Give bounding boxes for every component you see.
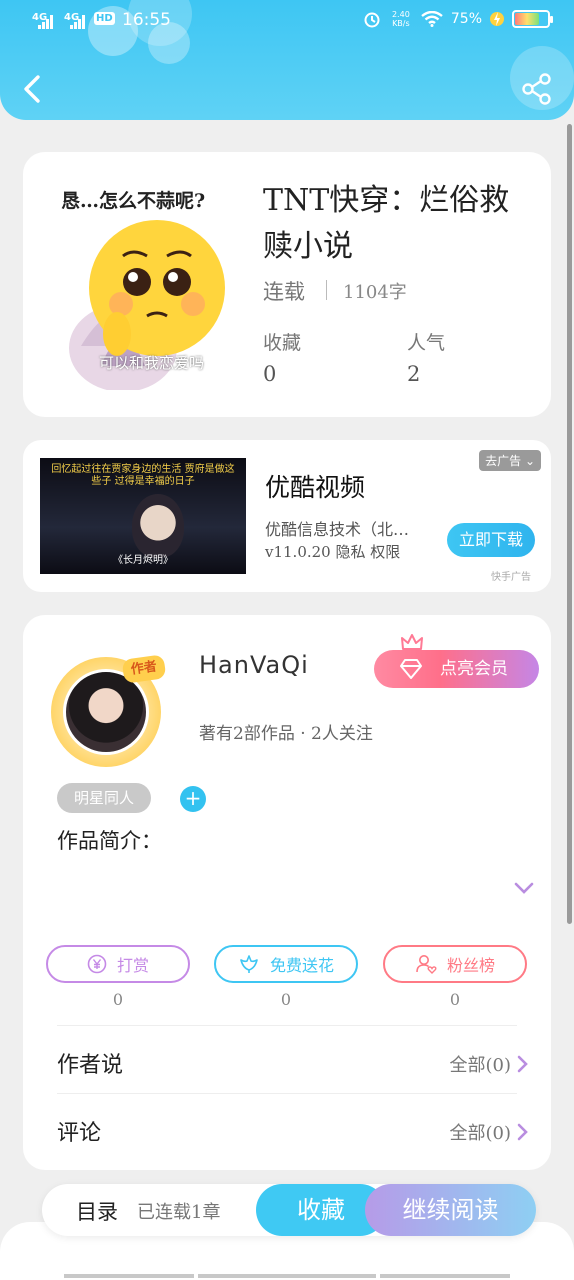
divider [380, 1274, 510, 1278]
ad-app-name: 优酷视频 [265, 473, 366, 502]
comments-all: 全部(0) [449, 1123, 512, 1144]
author-says-label: 作者说 [57, 1053, 124, 1078]
net-speed: 2.40 KB/s [391, 10, 410, 28]
divider [57, 1093, 517, 1094]
send-flower-label: 免费送花 [269, 956, 334, 975]
author-badge: 作者 [121, 654, 167, 684]
ad-thumb-person-image [132, 494, 184, 558]
book-cover[interactable]: 恳…怎么不蒜呢? 可以和我恋爱吗 [61, 180, 241, 390]
word-count: 1104字 [343, 282, 407, 303]
fan-ranking-button[interactable]: 粉丝榜 [383, 945, 527, 983]
avatar[interactable]: 作者 [51, 654, 167, 767]
chevron-down-icon[interactable] [513, 881, 535, 895]
divider [198, 1274, 376, 1278]
popularity-value: 2 [407, 362, 421, 386]
tip-button[interactable]: 打赏 [46, 945, 190, 983]
clock: 16:55 [122, 10, 171, 30]
toc-button[interactable]: 目录 [76, 1196, 118, 1226]
ad-thumb-caption: 回忆起过往在贾家身边的生活 贾府是做这些子 过得是幸福的日子 [51, 464, 235, 487]
book-info-card: 恳…怎么不蒜呢? 可以和我恋爱吗 TNT快穿：烂俗救赎小说 连载 1104字 收… [23, 152, 551, 417]
fan-count: 0 [449, 990, 461, 1009]
remove-ad-label: 去广告 [485, 454, 522, 468]
popularity-label: 人气 [407, 332, 446, 354]
author-name[interactable]: HanVaQi [199, 651, 309, 679]
chapter-count: 已连载1章 [137, 1202, 221, 1223]
battery-percent: 75% [450, 11, 482, 27]
status-bar: 4G 4G HD 16:55 2.40 KB/s 75% [32, 8, 553, 36]
intro-label: 作品简介： [57, 829, 162, 853]
book-title: TNT快穿：烂俗救赎小说 [263, 183, 510, 264]
continue-reading-button[interactable]: 继续阅读 [365, 1184, 536, 1236]
flower-icon [240, 955, 258, 973]
favorites-label: 收藏 [263, 332, 302, 354]
ad-company: 优酷信息技术（北… [265, 520, 410, 539]
share-icon[interactable] [520, 72, 554, 106]
cover-top-text: 恳…怎么不蒜呢? [61, 190, 206, 212]
user-heart-icon [416, 955, 437, 974]
battery-icon [512, 10, 553, 28]
divider [326, 280, 327, 300]
divider [57, 1025, 517, 1026]
divider [64, 1274, 194, 1278]
fan-ranking-label: 粉丝榜 [446, 956, 495, 975]
remove-ad-button[interactable]: 去广告 ⌄ [479, 450, 541, 471]
cover-bottom-text: 可以和我恋爱吗 [99, 354, 205, 372]
ad-thumb-subtitle: 《长月烬明》 [113, 555, 173, 566]
wifi-icon [421, 11, 443, 27]
diamond-icon [400, 659, 422, 679]
send-flower-button[interactable]: 免费送花 [214, 945, 358, 983]
header: 4G 4G HD 16:55 2.40 KB/s 75% [0, 0, 574, 120]
book-status: 连载 [263, 280, 305, 304]
author-says-all: 全部(0) [449, 1055, 512, 1076]
tip-count: 0 [112, 990, 124, 1009]
ad-thumbnail[interactable]: 回忆起过往在贾家身边的生活 贾府是做这些子 过得是幸福的日子 《长月烬明》 [40, 458, 246, 574]
vip-button[interactable]: 点亮会员 [374, 650, 539, 688]
ad-source: 快手广告 [491, 572, 531, 583]
signal-bars-icon [70, 15, 88, 29]
tag-chip[interactable]: 明星同人 [57, 783, 151, 813]
add-tag-button[interactable]: + [180, 786, 206, 812]
crown-icon [401, 634, 423, 650]
bottom-action-bar: 目录 已连载1章 收藏 继续阅读 [42, 1184, 536, 1236]
comments-label: 评论 [57, 1121, 102, 1146]
author-says-all-link[interactable]: 全部(0) [450, 1051, 530, 1077]
charging-icon [490, 12, 504, 26]
chevron-down-icon: ⌄ [524, 454, 535, 468]
signal-bars-icon [38, 15, 56, 29]
author-card: 作者 HanVaQi 点亮会员 著有2部作品 · 2人关注 明星同人 + 作品简… [23, 615, 551, 1170]
author-meta: 著有2部作品 · 2人关注 [199, 724, 373, 744]
flower-count: 0 [280, 990, 292, 1009]
chevron-right-icon [517, 1123, 528, 1141]
yen-coin-icon [87, 954, 107, 974]
download-button[interactable]: 立即下载 [447, 523, 535, 557]
chevron-right-icon [517, 1055, 528, 1073]
back-arrow-icon[interactable] [18, 72, 48, 106]
hd-icon: HD [94, 12, 115, 25]
scrollbar[interactable] [567, 124, 572, 924]
ad-version: v11.0.20 隐私 权限 [265, 543, 401, 561]
ad-card[interactable]: 回忆起过往在贾家身边的生活 贾府是做这些子 过得是幸福的日子 《长月烬明》 优酷… [23, 440, 551, 592]
tip-label: 打赏 [116, 956, 149, 975]
vip-button-label: 点亮会员 [440, 659, 508, 679]
favorites-value: 0 [263, 362, 277, 386]
comments-all-link[interactable]: 全部(0) [450, 1119, 530, 1145]
alarm-icon [364, 12, 380, 28]
